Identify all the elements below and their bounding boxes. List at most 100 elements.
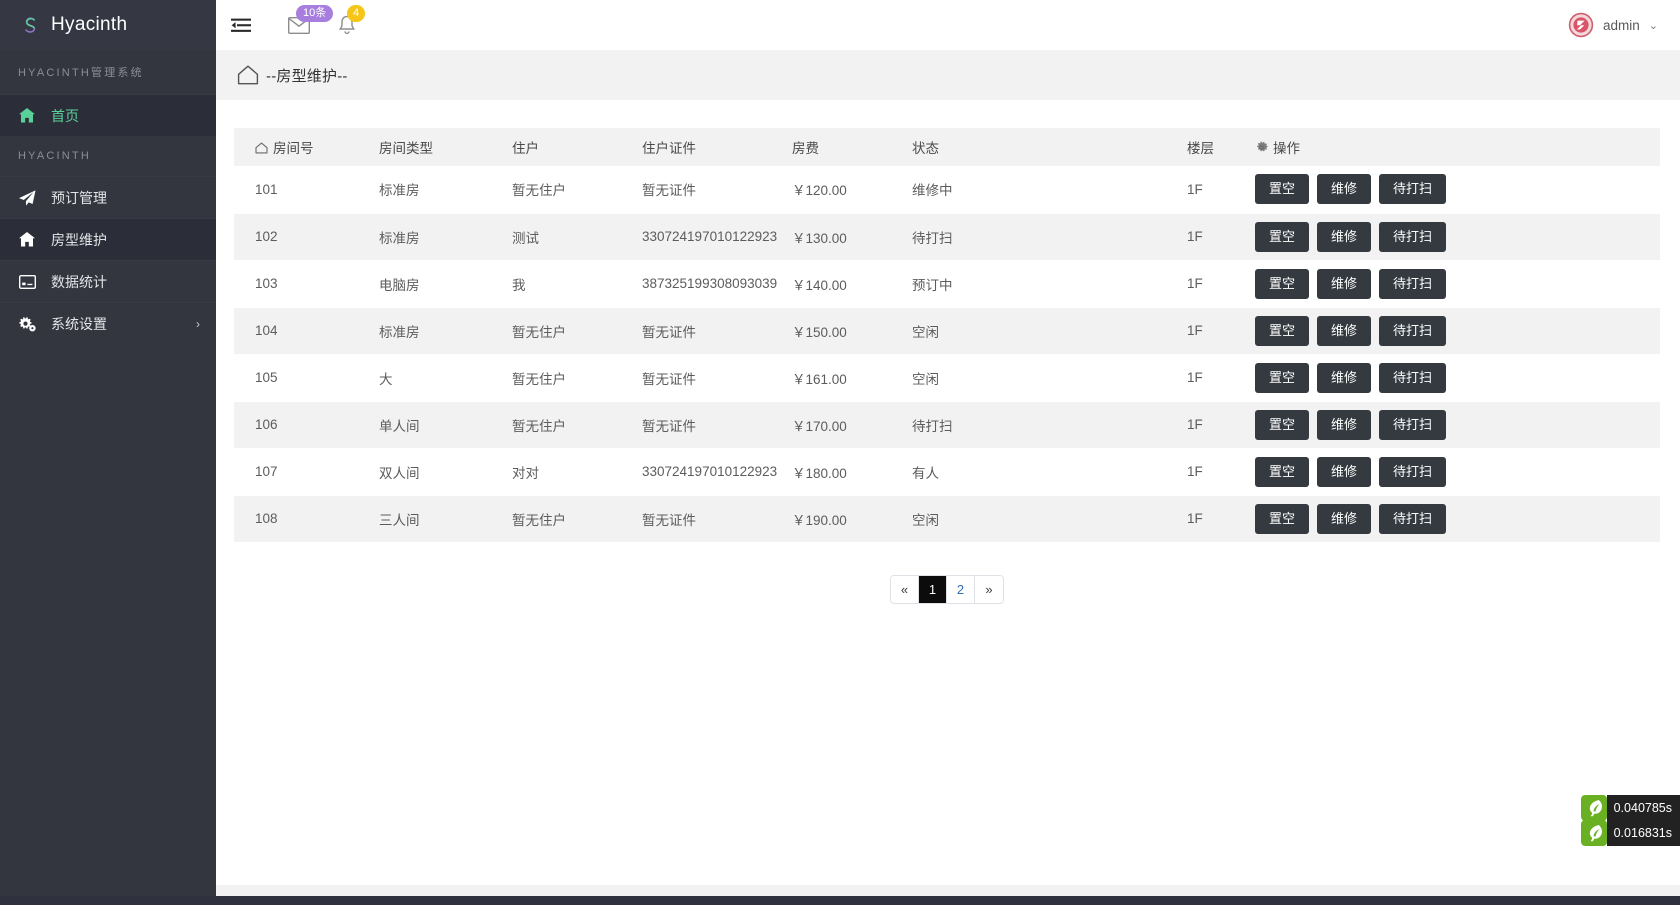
pending-clean-button[interactable]: 待打扫 xyxy=(1379,174,1447,205)
cell-floor: 1F xyxy=(1187,448,1255,496)
timing-badge[interactable]: 0.016831s xyxy=(1580,820,1680,846)
cell-idcard: 387325199308093039 xyxy=(642,260,792,308)
s-logo-icon xyxy=(18,14,40,36)
topbar: 10条 4 admin ⌄ xyxy=(216,0,1680,50)
cell-actions: 置空 维修 待打扫 xyxy=(1255,354,1660,402)
cell-type: 大 xyxy=(379,354,512,402)
pending-clean-button[interactable]: 待打扫 xyxy=(1379,456,1447,487)
pending-clean-button[interactable]: 待打扫 xyxy=(1379,268,1447,299)
sidebar-heading-system: HYACINTH管理系统 xyxy=(0,50,216,94)
table-header-row: 房间号 房间类型 住户 住户证件 房费 状态 楼层 操作 xyxy=(234,128,1660,166)
column-header-status: 状态 xyxy=(912,141,939,156)
pagination-page[interactable]: 2 xyxy=(947,575,975,603)
maintenance-button[interactable]: 维修 xyxy=(1317,409,1372,440)
timing-value: 0.016831s xyxy=(1606,820,1680,846)
table-row: 108 三人间 暂无住户 暂无证件 ￥190.00 空闲 1F 置空 维修 待打扫 xyxy=(234,495,1660,543)
sidebar-item-statistics[interactable]: 数据统计 xyxy=(0,260,216,302)
brand[interactable]: Hyacinth xyxy=(0,0,216,50)
maintenance-button[interactable]: 维修 xyxy=(1317,362,1372,393)
mail-button[interactable]: 10条 xyxy=(282,5,334,42)
cell-type: 标准房 xyxy=(379,307,512,355)
cell-fee: ￥150.00 xyxy=(792,307,912,355)
sidebar-filler xyxy=(0,344,216,905)
cell-idcard: 暂无证件 xyxy=(642,307,792,355)
cell-guest: 暂无住户 xyxy=(512,166,642,214)
cell-room: 103 xyxy=(234,260,379,308)
pending-clean-button[interactable]: 待打扫 xyxy=(1379,221,1447,252)
maintenance-button[interactable]: 维修 xyxy=(1317,315,1372,346)
cell-fee: ￥161.00 xyxy=(792,354,912,402)
pagination-next[interactable]: » xyxy=(975,575,1003,603)
cell-status: 空闲 xyxy=(912,354,1187,402)
chevron-right-icon: › xyxy=(196,316,200,331)
cell-guest: 我 xyxy=(512,260,642,308)
maintenance-button[interactable]: 维修 xyxy=(1317,503,1372,534)
cell-room: 108 xyxy=(234,495,379,543)
maintenance-button[interactable]: 维修 xyxy=(1317,174,1372,205)
column-header-guest: 住户 xyxy=(512,141,539,156)
cell-actions: 置空 维修 待打扫 xyxy=(1255,495,1660,543)
column-header-floor: 楼层 xyxy=(1187,141,1214,156)
cell-status: 空闲 xyxy=(912,307,1187,355)
rooms-table: 房间号 房间类型 住户 住户证件 房费 状态 楼层 操作 101 标准房 暂无住… xyxy=(234,128,1660,543)
cell-status: 维修中 xyxy=(912,166,1187,214)
set-empty-button[interactable]: 置空 xyxy=(1255,315,1310,346)
cell-guest: 测试 xyxy=(512,213,642,261)
set-empty-button[interactable]: 置空 xyxy=(1255,268,1310,299)
gear-icon xyxy=(1255,141,1268,157)
table-body: 101 标准房 暂无住户 暂无证件 ￥120.00 维修中 1F 置空 维修 待打扫 102 标准房测… xyxy=(234,166,1660,543)
set-empty-button[interactable]: 置空 xyxy=(1255,362,1310,393)
user-menu[interactable]: admin ⌄ xyxy=(1568,12,1658,38)
set-empty-button[interactable]: 置空 xyxy=(1255,503,1310,534)
cell-guest: 暂无住户 xyxy=(512,307,642,355)
cell-fee: ￥120.00 xyxy=(792,166,912,214)
timing-badge[interactable]: 0.040785s xyxy=(1580,795,1680,821)
content-area: 房间号 房间类型 住户 住户证件 房费 状态 楼层 操作 101 标准房 暂无住… xyxy=(216,100,1680,885)
maintenance-button[interactable]: 维修 xyxy=(1317,221,1372,252)
cell-room: 107 xyxy=(234,448,379,496)
cell-idcard: 330724197010122923 xyxy=(642,213,792,261)
maintenance-button[interactable]: 维修 xyxy=(1317,268,1372,299)
user-name: admin xyxy=(1603,17,1640,33)
cell-idcard: 暂无证件 xyxy=(642,166,792,214)
sidebar-item-label: 预订管理 xyxy=(51,189,107,206)
cell-actions: 置空 维修 待打扫 xyxy=(1255,260,1660,308)
column-header-idcard: 住户证件 xyxy=(642,141,696,156)
cell-status: 待打扫 xyxy=(912,401,1187,449)
pending-clean-button[interactable]: 待打扫 xyxy=(1379,362,1447,393)
set-empty-button[interactable]: 置空 xyxy=(1255,456,1310,487)
pagination: «1 2» xyxy=(890,574,1004,604)
hamburger-collapse-icon[interactable] xyxy=(230,16,252,34)
pagination-page[interactable]: 1 xyxy=(919,575,947,603)
notification-button[interactable]: 4 xyxy=(330,5,366,42)
sidebar-item-settings[interactable]: 系统设置 › xyxy=(0,302,216,344)
pending-clean-button[interactable]: 待打扫 xyxy=(1379,409,1447,440)
brand-name: Hyacinth xyxy=(51,14,128,35)
table-row: 105 大暂无住户 暂无证件 ￥161.00 空闲 1F 置空 维修 待打扫 xyxy=(234,354,1660,402)
set-empty-button[interactable]: 置空 xyxy=(1255,409,1310,440)
set-empty-button[interactable]: 置空 xyxy=(1255,174,1310,205)
table-row: 106 单人间 暂无住户 暂无证件 ￥170.00 待打扫 1F 置空 维修 待打扫 xyxy=(234,401,1660,449)
cell-room: 106 xyxy=(234,401,379,449)
cell-floor: 1F xyxy=(1187,260,1255,308)
pending-clean-button[interactable]: 待打扫 xyxy=(1379,315,1447,346)
paper-plane-icon xyxy=(18,189,36,206)
pending-clean-button[interactable]: 待打扫 xyxy=(1379,503,1447,534)
pagination-prev[interactable]: « xyxy=(891,575,919,603)
cell-floor: 1F xyxy=(1187,495,1255,543)
column-header-room-label: 房间号 xyxy=(273,141,314,156)
sidebar-item-room-maintenance[interactable]: 房型维护 xyxy=(0,218,216,260)
cell-type: 三人间 xyxy=(379,495,512,543)
home-icon xyxy=(18,232,36,247)
cell-fee: ￥180.00 xyxy=(792,448,912,496)
maintenance-button[interactable]: 维修 xyxy=(1317,456,1372,487)
sidebar-item-label: 数据统计 xyxy=(51,273,107,290)
sidebar-item-home[interactable]: 首页 xyxy=(0,94,216,136)
gears-icon xyxy=(18,316,36,332)
cell-idcard: 330724197010122923 xyxy=(642,448,792,496)
sidebar-item-booking[interactable]: 预订管理 xyxy=(0,176,216,218)
set-empty-button[interactable]: 置空 xyxy=(1255,221,1310,252)
home-outline-icon[interactable] xyxy=(236,64,260,86)
cell-actions: 置空 维修 待打扫 xyxy=(1255,448,1660,496)
column-header-action: 操作 xyxy=(1255,128,1660,166)
